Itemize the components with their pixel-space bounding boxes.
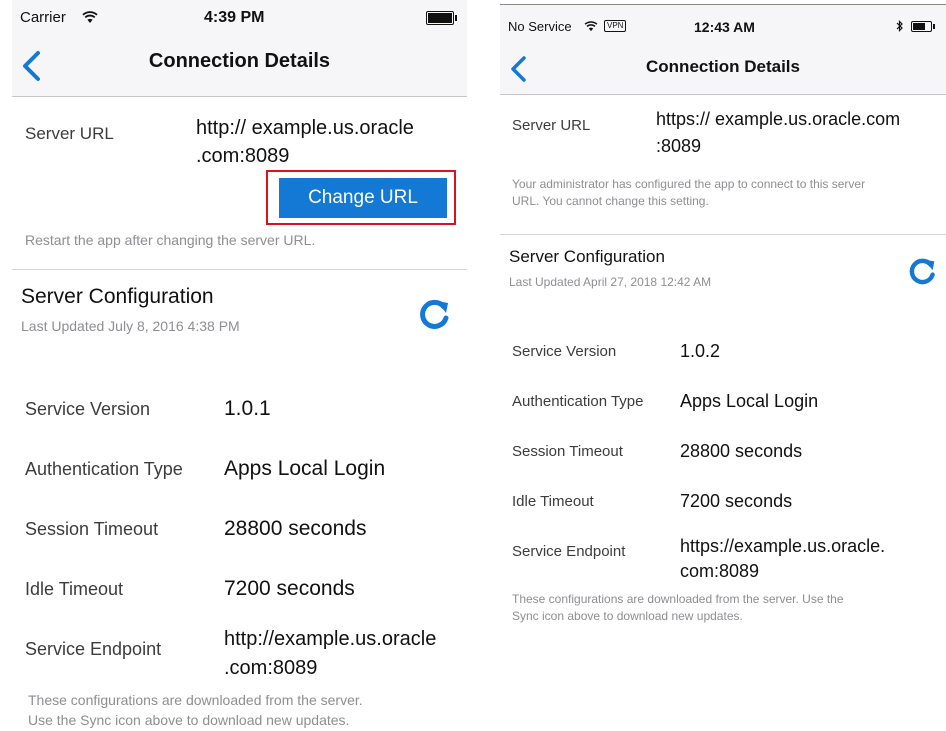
- carrier-label: No Service: [508, 19, 572, 34]
- phone-screen-left: Carrier 4:39 PM Connection Details Serve…: [12, 0, 467, 731]
- authentication-type-value: Apps Local Login: [224, 457, 386, 480]
- config-note-line1: These configurations are downloaded from…: [28, 692, 363, 708]
- wifi-icon: [82, 11, 98, 23]
- status-bar: Carrier 4:39 PM: [12, 0, 467, 36]
- status-time: 12:43 AM: [694, 19, 755, 35]
- server-url-value-line2: .com:8089: [196, 145, 290, 167]
- server-url-value-line1: https:// example.us.oracle.com: [656, 109, 901, 129]
- page-title: Connection Details: [646, 57, 800, 76]
- status-bar: No Service VPN 12:43 AM: [500, 5, 946, 45]
- session-timeout-value: 28800 seconds: [224, 517, 367, 540]
- service-endpoint-value-line2: .com:8089: [224, 657, 318, 679]
- server-url-value-line1: http:// example.us.oracle: [196, 117, 414, 139]
- service-endpoint-label: Service Endpoint: [512, 543, 626, 560]
- authentication-type-label: Authentication Type: [25, 459, 183, 479]
- section-divider: [12, 269, 467, 270]
- config-note-line2: Sync icon above to download new updates.: [512, 609, 743, 623]
- service-endpoint-value-line1: http://example.us.oracle: [224, 628, 437, 650]
- battery-icon: [911, 21, 935, 32]
- service-endpoint-value-line1: https://example.us.oracle.: [680, 536, 886, 556]
- navigation-bar: Connection Details: [12, 36, 467, 97]
- section-divider: [500, 234, 946, 235]
- bluetooth-icon: [896, 20, 903, 32]
- idle-timeout-value: 7200 seconds: [680, 491, 793, 511]
- navigation-bar: Connection Details: [500, 45, 946, 95]
- change-url-button[interactable]: Change URL: [279, 178, 447, 218]
- service-version-label: Service Version: [25, 399, 151, 419]
- carrier-label: Carrier: [20, 9, 66, 26]
- wifi-icon: [584, 21, 598, 32]
- authentication-type-label: Authentication Type: [512, 393, 644, 410]
- service-version-value: 1.0.1: [224, 397, 271, 420]
- server-config-title: Server Configuration: [21, 285, 214, 308]
- status-time: 4:39 PM: [204, 9, 265, 26]
- session-timeout-label: Session Timeout: [25, 519, 159, 539]
- admin-note-line1: Your administrator has configured the ap…: [512, 177, 866, 191]
- server-config-title: Server Configuration: [509, 247, 665, 266]
- idle-timeout-label: Idle Timeout: [25, 579, 124, 599]
- battery-icon: [426, 11, 458, 25]
- idle-timeout-label: Idle Timeout: [512, 493, 594, 510]
- last-updated-label: Last Updated April 27, 2018 12:42 AM: [509, 275, 712, 289]
- server-url-value-line2: :8089: [656, 136, 702, 156]
- server-url-label: Server URL: [25, 124, 114, 143]
- service-endpoint-label: Service Endpoint: [25, 639, 162, 659]
- admin-note-line2: URL. You cannot change this setting.: [512, 194, 709, 208]
- service-version-label: Service Version: [512, 343, 617, 360]
- config-note-line2: Use the Sync icon above to download new …: [28, 712, 350, 728]
- page-title: Connection Details: [148, 50, 331, 72]
- authentication-type-value: Apps Local Login: [680, 391, 819, 411]
- server-url-label: Server URL: [512, 117, 591, 134]
- restart-note: Restart the app after changing the serve…: [25, 232, 316, 248]
- vpn-badge: VPN: [604, 20, 627, 32]
- service-version-value: 1.0.2: [680, 341, 721, 361]
- idle-timeout-value: 7200 seconds: [224, 577, 355, 600]
- service-endpoint-value-line2: com:8089: [680, 561, 760, 581]
- last-updated-label: Last Updated July 8, 2016 4:38 PM: [21, 318, 240, 334]
- session-timeout-label: Session Timeout: [512, 443, 623, 460]
- refresh-icon[interactable]: [417, 298, 451, 332]
- session-timeout-value: 28800 seconds: [680, 441, 803, 461]
- phone-screen-right: No Service VPN 12:43 AM Connection Detai…: [500, 4, 946, 731]
- refresh-icon[interactable]: [907, 257, 937, 287]
- config-note-line1: These configurations are downloaded from…: [512, 592, 844, 606]
